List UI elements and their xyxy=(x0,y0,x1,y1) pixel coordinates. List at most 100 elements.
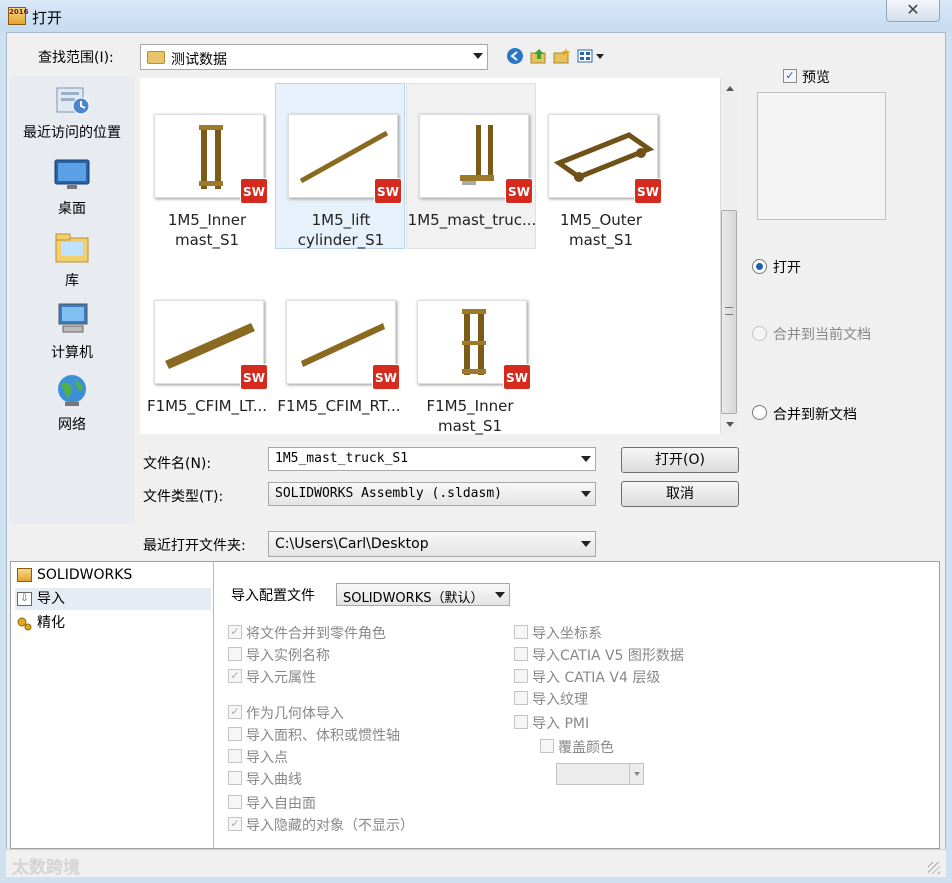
scroll-thumb[interactable] xyxy=(721,210,737,414)
import-free-surfaces-label: 导入自由面 xyxy=(246,796,316,812)
back-arrow-icon[interactable] xyxy=(506,47,524,65)
folder-icon xyxy=(147,51,165,64)
up-folder-icon[interactable] xyxy=(530,47,548,65)
tree-item-import[interactable]: ⇩ 导入 xyxy=(15,588,211,610)
import-textures-checkbox[interactable] xyxy=(514,691,528,705)
filename-label: 文件名(N): xyxy=(143,456,212,472)
import-curves-checkbox[interactable] xyxy=(228,771,242,785)
chevron-down-icon xyxy=(495,592,505,598)
grip-icon xyxy=(725,307,733,315)
import-profile-dropdown[interactable]: SOLIDWORKS（默认） xyxy=(336,583,510,606)
file-list[interactable]: SW 1M5_Inner mast_S1 SW 1M5_lift cylinder_… xyxy=(140,78,720,436)
import-catia-v5-graphics-checkbox[interactable] xyxy=(514,647,528,661)
import-coordinate-systems-checkbox[interactable] xyxy=(514,625,528,639)
recent-places-icon xyxy=(56,87,90,115)
import-pmi-checkbox[interactable] xyxy=(514,715,528,729)
file-name: F1M5_CFIM_LT... xyxy=(146,397,268,415)
place-desktop-label: 桌面 xyxy=(58,201,86,217)
override-color-checkbox[interactable] xyxy=(540,739,554,753)
libraries-icon xyxy=(55,233,89,263)
merge-files-checkbox[interactable]: ✓ xyxy=(228,625,242,639)
place-computer[interactable]: 计算机 xyxy=(10,300,134,362)
place-libraries-label: 库 xyxy=(65,273,79,289)
import-pmi-label: 导入 PMI xyxy=(532,716,590,732)
import-free-surfaces-checkbox[interactable] xyxy=(228,795,242,809)
refine-icon xyxy=(17,616,32,631)
title-bar[interactable]: 2016 打开 ✕ xyxy=(0,0,952,32)
scroll-down-icon[interactable] xyxy=(726,422,734,427)
place-recent[interactable]: 最近访问的位置 xyxy=(10,80,134,142)
solidworks-badge-icon: SW xyxy=(503,364,531,390)
view-menu-icon[interactable] xyxy=(577,47,605,65)
recent-folder-dropdown[interactable]: C:\Users\Carl\Desktop xyxy=(268,531,596,557)
file-item[interactable]: SW 1M5_Outer mast_S1 xyxy=(536,84,666,250)
filetype-dropdown[interactable]: SOLIDWORKS Assembly (.sldasm) xyxy=(268,482,596,506)
import-coordinate-systems-label: 导入坐标系 xyxy=(532,626,602,642)
preview-label: 预览 xyxy=(802,70,830,86)
file-item[interactable]: SW F1M5_CFIM_LT... xyxy=(142,270,272,436)
import-catia-v4-layers-label: 导入 CATIA V4 层级 xyxy=(532,670,661,686)
file-name: 1M5_mast_truc... xyxy=(407,211,537,229)
file-item[interactable]: SW 1M5_mast_truc... xyxy=(406,83,536,249)
filetype-label: 文件类型(T): xyxy=(143,489,224,505)
network-icon xyxy=(58,375,86,406)
open-mode-open-radio[interactable] xyxy=(752,259,767,274)
file-name: F1M5_CFIM_RT... xyxy=(277,397,401,415)
options-panel: SOLIDWORKS ⇩ 导入 精化 导入配置文件 SOLIDWORKS（默认）… xyxy=(10,561,940,849)
open-button[interactable]: 打开(O) xyxy=(621,447,739,473)
import-catia-v5-graphics-label: 导入CATIA V5 图形数据 xyxy=(532,648,684,664)
look-in-value: 测试数据 xyxy=(171,52,227,68)
preview-pane xyxy=(757,92,886,220)
desktop-icon xyxy=(54,159,90,189)
import-points-label: 导入点 xyxy=(246,750,288,766)
file-item[interactable]: SW 1M5_lift cylinder_S1 xyxy=(275,83,405,249)
import-as-geometry-checkbox[interactable]: ✓ xyxy=(228,705,242,719)
open-mode-merge-current-radio[interactable] xyxy=(752,326,767,341)
file-name: 1M5_Inner mast_S1 xyxy=(167,211,247,249)
color-dropdown[interactable] xyxy=(556,763,644,785)
import-hidden-objects-checkbox[interactable]: ✓ xyxy=(228,817,242,831)
import-meta-properties-label: 导入元属性 xyxy=(246,670,316,686)
file-name: F1M5_Inner mast_S1 xyxy=(426,397,514,435)
import-points-checkbox[interactable] xyxy=(228,749,242,763)
file-item[interactable]: SW F1M5_CFIM_RT... xyxy=(274,270,404,436)
cancel-button[interactable]: 取消 xyxy=(621,481,739,507)
file-item[interactable]: SW 1M5_Inner mast_S1 xyxy=(142,84,272,250)
import-meta-properties-checkbox[interactable]: ✓ xyxy=(228,669,242,683)
solidworks-badge-icon: SW xyxy=(240,178,268,204)
close-button[interactable]: ✕ xyxy=(886,0,940,22)
import-catia-v4-layers-checkbox[interactable] xyxy=(514,669,528,683)
scroll-up-icon[interactable] xyxy=(726,86,734,91)
preview-checkbox[interactable]: ✓ xyxy=(783,69,797,83)
new-folder-icon[interactable] xyxy=(553,47,571,65)
place-libraries[interactable]: 库 xyxy=(10,228,134,290)
chevron-down-icon xyxy=(473,53,483,59)
chevron-down-icon xyxy=(581,491,591,497)
import-area-volume-checkbox[interactable] xyxy=(228,727,242,741)
override-color-label: 覆盖颜色 xyxy=(558,740,614,756)
import-curves-label: 导入曲线 xyxy=(246,772,302,788)
place-recent-label: 最近访问的位置 xyxy=(23,125,121,141)
options-tree: SOLIDWORKS ⇩ 导入 精化 xyxy=(11,562,214,848)
import-instance-names-checkbox[interactable] xyxy=(228,647,242,661)
places-bar: 最近访问的位置 桌面 库 计算机 网络 xyxy=(10,76,134,524)
chevron-down-icon xyxy=(581,456,591,462)
open-mode-merge-new-radio[interactable] xyxy=(752,405,767,420)
open-mode-merge-current-label: 合并到当前文档 xyxy=(773,327,871,343)
tree-item-solidworks[interactable]: SOLIDWORKS xyxy=(15,564,211,586)
open-mode-merge-new-label: 合并到新文档 xyxy=(773,407,857,423)
resize-grip-icon[interactable] xyxy=(928,862,940,874)
place-desktop[interactable]: 桌面 xyxy=(10,156,134,218)
solidworks-icon xyxy=(17,568,32,582)
tree-item-refine[interactable]: 精化 xyxy=(15,612,211,634)
recent-folder-label: 最近打开文件夹: xyxy=(143,538,246,554)
import-icon: ⇩ xyxy=(17,592,32,606)
dropdown-divider xyxy=(629,764,630,784)
place-network[interactable]: 网络 xyxy=(10,372,134,434)
import-instance-names-label: 导入实例名称 xyxy=(246,648,330,664)
place-network-label: 网络 xyxy=(58,417,86,433)
filename-input[interactable]: 1M5_mast_truck_S1 xyxy=(268,447,596,471)
file-item[interactable]: SW F1M5_Inner mast_S1 xyxy=(405,270,535,436)
look-in-dropdown[interactable]: 测试数据 xyxy=(140,44,488,70)
import-area-volume-label: 导入面积、体积或惯性轴 xyxy=(246,728,400,744)
